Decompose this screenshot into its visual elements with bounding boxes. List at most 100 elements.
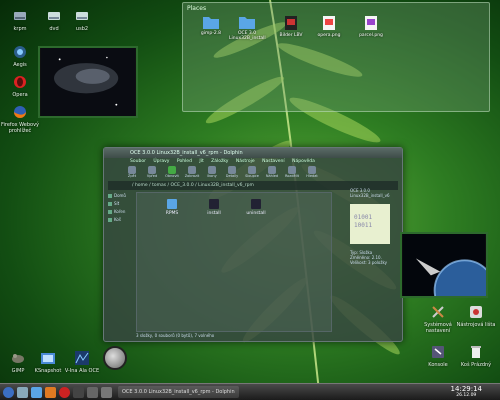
desktop-icon-toolbar-settings[interactable]: Nástrojová lišta — [456, 304, 496, 328]
folder-icon — [239, 17, 255, 29]
taskbar-window-label: OCE 3.0.0 Linux32B_install_v6_rpm - Dolp… — [122, 389, 235, 395]
menu-item[interactable]: Nápověda — [292, 159, 315, 164]
pager-icon[interactable] — [87, 386, 98, 398]
taskbar: OCE 3.0.0 Linux32B_install_v6_rpm - Dolp… — [0, 383, 500, 400]
desktop-icon-krpm[interactable]: krpm — [2, 8, 38, 32]
places-panel: Domů Síť Kořen Koš — [108, 192, 134, 224]
preview-window-thumbnail[interactable] — [38, 46, 138, 118]
desktop-icon-trash[interactable]: Koš Prázdný — [456, 344, 496, 368]
image-file-icon — [285, 16, 297, 30]
desktop-icon-opera[interactable]: Opera — [2, 74, 38, 98]
folder-icon — [203, 17, 219, 29]
space-scene-image — [40, 48, 136, 116]
desktop-icon-usb2[interactable]: usb2 — [64, 8, 100, 32]
file-item[interactable]: uninstall — [241, 199, 271, 216]
places-item[interactable]: Domů — [108, 192, 134, 200]
information-panel: OCE 3.0.0 Linux32B_install_v6 01001 1001… — [350, 188, 402, 265]
menu-item[interactable]: Nástroje — [236, 159, 255, 164]
desktop-icon-system-settings[interactable]: Systémová nastavení — [418, 304, 458, 334]
desktop-icon-konsole[interactable]: Konsole — [418, 344, 458, 368]
toolbar-button[interactable]: Vpřed — [144, 166, 160, 180]
binary-file-icon: 01001 10011 — [350, 204, 390, 244]
dolphin-window[interactable]: OCE 3.0.0 Linux32B_install_v6_rpm - Dolp… — [103, 147, 403, 342]
chart-icon — [75, 351, 89, 365]
file-item[interactable]: install — [199, 199, 229, 216]
toolbar-button[interactable]: Zobrazit — [184, 166, 200, 180]
info-title: OCE 3.0.0 Linux32B_install_v6 — [350, 188, 390, 198]
places-item[interactable]: Síť — [108, 200, 134, 208]
columns-view-icon — [248, 166, 256, 174]
desktop-icon-label: Systémová nastavení — [424, 322, 452, 334]
folder-item-label: gimp-2.8 — [200, 31, 222, 36]
menu-bar: Soubor Úpravy Pohled Jít Záložky Nástroj… — [104, 158, 402, 166]
desktop-icon-aegis[interactable]: Aegis — [2, 44, 38, 68]
desktop-icon-ksnapshot[interactable]: KSnapshot — [28, 350, 68, 374]
details-view-icon — [228, 166, 236, 174]
toolbar-button[interactable]: Hledat — [304, 166, 320, 180]
firefox-icon[interactable] — [45, 386, 56, 398]
desktop-icon-label: Konsole — [428, 362, 448, 368]
toolbar-button[interactable]: Ikony — [204, 166, 220, 180]
places-item[interactable]: Koš — [108, 216, 134, 224]
window-titlebar[interactable]: OCE 3.0.0 Linux32B_install_v6_rpm - Dolp… — [104, 148, 402, 158]
aegis-icon — [14, 46, 26, 58]
toolbar-button[interactable]: Detaily — [224, 166, 240, 180]
toolbar-button[interactable]: Rozdělit — [284, 166, 300, 180]
toolbar-label: Zpět — [127, 174, 137, 178]
toolbar-button[interactable]: Zpět — [124, 166, 140, 180]
taskbar-window-button[interactable]: OCE 3.0.0 Linux32B_install_v6_rpm - Dolp… — [118, 386, 239, 398]
folder-item-label: parcel.png — [359, 33, 383, 38]
drive-icon — [14, 12, 26, 20]
desktop-icon[interactable] — [17, 386, 28, 398]
menu-item[interactable]: Nastavení — [262, 159, 285, 164]
desktop-icon-label: KSnapshot — [34, 368, 62, 374]
terminal-icon[interactable] — [73, 386, 84, 398]
toolbar-button[interactable]: Obnovit — [164, 166, 180, 180]
menu-item[interactable]: Soubor — [130, 159, 146, 164]
preview-icon — [268, 166, 276, 174]
folder-item[interactable]: Bilder LBV — [273, 15, 309, 38]
file-item[interactable]: RPMS — [157, 199, 187, 216]
toolbar-label: Hledat — [306, 174, 318, 178]
desktop-icon-oce[interactable]: V-Ina Ala OCE — [64, 350, 100, 374]
places-item[interactable]: Kořen — [108, 208, 134, 216]
menu-item[interactable]: Záložky — [211, 159, 228, 164]
preview-window-thumbnail[interactable] — [400, 232, 488, 298]
terminal-icon — [432, 346, 444, 358]
toolbar: Zpět Vpřed Obnovit Zobrazit Ikony Detail… — [104, 166, 402, 180]
desktop-icon-label: Aegis — [13, 62, 27, 68]
folder-view-title: Places — [187, 5, 207, 12]
file-label: install — [207, 211, 221, 216]
window-title: OCE 3.0.0 Linux32B_install_v6_rpm - Dolp… — [130, 150, 243, 156]
folder-item[interactable]: opera.png — [311, 15, 347, 38]
file-view[interactable]: RPMS install uninstall — [136, 192, 332, 332]
moon-icon[interactable] — [103, 346, 127, 370]
back-icon — [128, 166, 136, 174]
clock[interactable]: 14:29:14 26.12.09 — [451, 385, 482, 398]
folder-item[interactable]: OCE 3.0 Linux32B_install — [229, 15, 266, 41]
kde-menu-icon[interactable] — [3, 386, 14, 398]
app-icon[interactable] — [101, 386, 112, 398]
folder-icon — [167, 199, 177, 209]
earth-scene-image — [402, 234, 486, 296]
opera-icon[interactable] — [59, 386, 70, 398]
desktop-icon-firefox[interactable]: Firefox Webový prohlížeč — [0, 104, 40, 134]
folder-icon[interactable] — [31, 386, 42, 398]
folder-item[interactable]: parcel.png — [353, 15, 389, 38]
camera-icon — [41, 353, 55, 364]
gimp-icon — [12, 354, 24, 363]
toolbar-button[interactable]: Sloupce — [244, 166, 260, 180]
menu-item[interactable]: Pohled — [177, 159, 192, 164]
toolbar-label: Ikony — [207, 174, 217, 178]
script-file-icon — [251, 199, 261, 209]
menu-item[interactable]: Jít — [199, 159, 203, 164]
script-file-icon — [209, 199, 219, 209]
toolbar-button[interactable]: Náhled — [264, 166, 280, 180]
toolbar-label: Detaily — [225, 174, 239, 178]
desktop-icon-label: Koš Prázdný — [460, 362, 492, 368]
folder-item[interactable]: gimp-2.8 — [193, 15, 229, 36]
trash-icon — [471, 346, 481, 358]
folder-view-widget[interactable]: Places gimp-2.8 OCE 3.0 Linux32B_install… — [182, 2, 490, 112]
desktop-icon-label: Nástrojová lišta — [456, 322, 496, 328]
menu-item[interactable]: Úpravy — [153, 159, 169, 164]
